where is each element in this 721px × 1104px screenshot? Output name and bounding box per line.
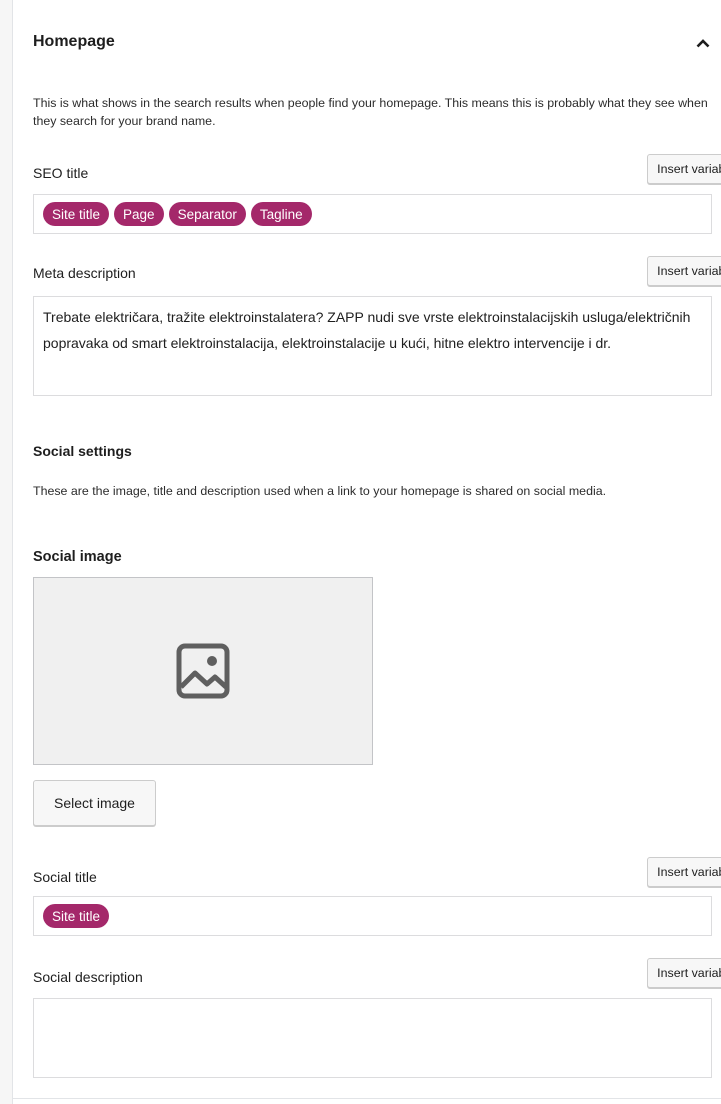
social-description-label: Social description <box>33 969 143 985</box>
seo-title-pills: Site title Page Separator Tagline <box>34 195 711 226</box>
social-settings-intro: These are the image, title and descripti… <box>33 484 607 498</box>
social-image-heading: Social image <box>33 549 122 565</box>
social-settings-heading: Social settings <box>33 443 132 459</box>
social-image-preview[interactable] <box>33 577 373 765</box>
divider <box>12 1098 721 1099</box>
social-description-value <box>34 999 711 1013</box>
section-intro: This is what shows in the search results… <box>33 96 708 128</box>
image-icon <box>176 643 230 699</box>
chevron-up-icon <box>696 38 710 47</box>
social-description-insert-variable-button[interactable]: Insert variable <box>647 958 721 988</box>
seo-title-variable-pill[interactable]: Page <box>114 202 164 226</box>
select-image-button[interactable]: Select image <box>33 780 156 826</box>
left-edge <box>0 0 13 1104</box>
seo-title-variable-pill[interactable]: Tagline <box>250 202 312 226</box>
collapse-button[interactable] <box>694 34 712 52</box>
seo-title-input[interactable]: Site title Page Separator Tagline <box>33 194 712 234</box>
meta-description-insert-variable-button[interactable]: Insert variable <box>647 256 721 286</box>
seo-title-insert-variable-button[interactable]: Insert variable <box>647 154 721 184</box>
seo-title-label: SEO title <box>33 165 89 181</box>
social-title-pills: Site title <box>34 897 711 928</box>
section-title: Homepage <box>33 33 115 50</box>
meta-description-input[interactable]: Trebate električara, tražite elektroinst… <box>33 296 712 396</box>
social-title-variable-pill[interactable]: Site title <box>43 904 110 928</box>
seo-title-variable-pill[interactable]: Site title <box>43 202 110 226</box>
social-description-input[interactable] <box>33 998 712 1078</box>
social-title-label: Social title <box>33 869 97 885</box>
meta-description-label: Meta description <box>33 265 136 281</box>
seo-title-variable-pill[interactable]: Separator <box>168 202 246 226</box>
meta-description-value: Trebate električara, tražite elektroinst… <box>43 309 691 351</box>
social-title-input[interactable]: Site title <box>33 896 712 936</box>
social-title-insert-variable-button[interactable]: Insert variable <box>647 857 721 887</box>
